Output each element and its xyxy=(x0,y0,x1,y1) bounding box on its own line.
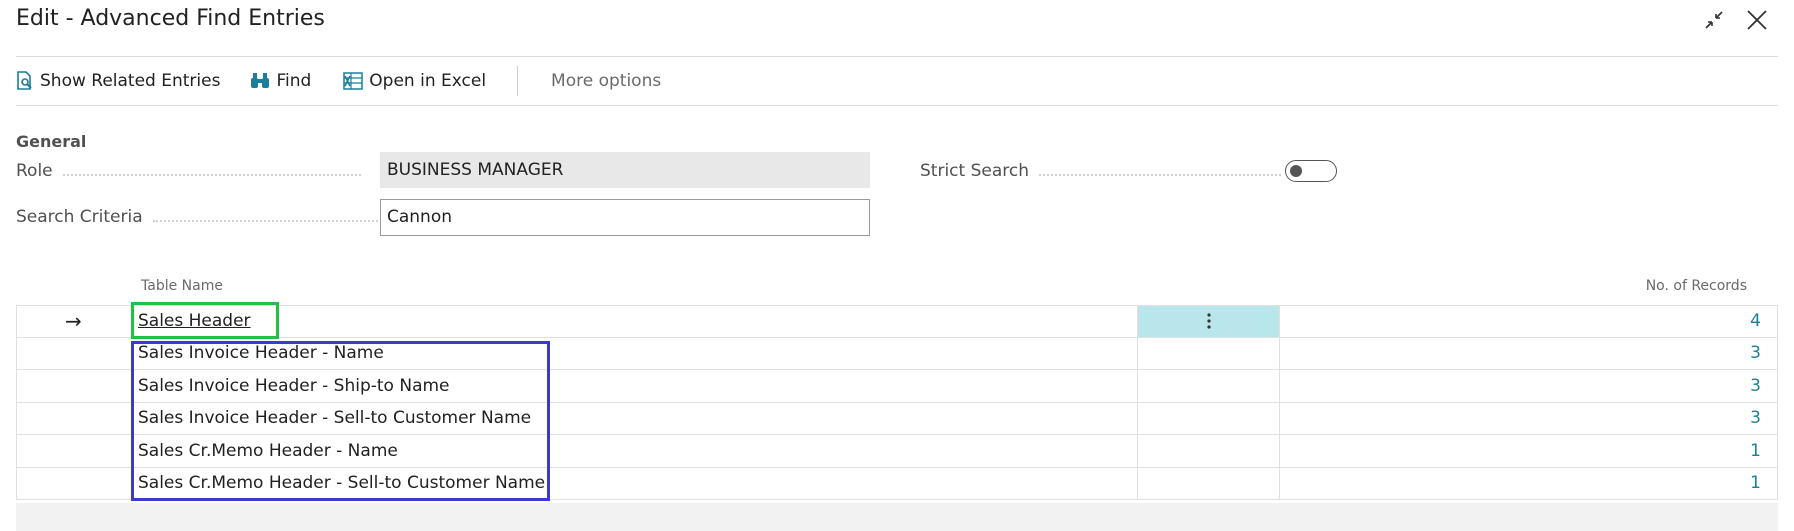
table-row[interactable]: Sales Cr.Memo Header - Name 1 xyxy=(16,435,1778,468)
vertical-ellipsis-icon xyxy=(1206,313,1211,329)
show-related-entries-label: Show Related Entries xyxy=(40,71,221,91)
table-footer-band xyxy=(16,503,1778,531)
collapse-button[interactable] xyxy=(1700,6,1728,34)
table-name-cell: Sales Invoice Header - Name xyxy=(138,343,384,364)
records-count-link[interactable]: 1 xyxy=(1750,468,1761,500)
table-row[interactable]: Sales Invoice Header - Ship-to Name 3 xyxy=(16,370,1778,403)
records-count-link[interactable]: 3 xyxy=(1750,370,1761,402)
entries-table: → Sales Header 4 Sales Invoice Header - … xyxy=(16,305,1778,500)
find-label: Find xyxy=(276,71,312,91)
action-bar: Show Related Entries Find Open in Excel … xyxy=(16,66,661,96)
excel-icon xyxy=(343,72,364,90)
table-name-cell: Sales Cr.Memo Header - Sell-to Customer … xyxy=(138,473,546,494)
row-actions-cell xyxy=(1137,337,1280,369)
role-field: BUSINESS MANAGER xyxy=(380,152,870,188)
search-criteria-input[interactable]: Cannon xyxy=(380,199,870,236)
row-actions-cell xyxy=(1137,467,1280,499)
column-header-no-of-records[interactable]: No. of Records xyxy=(1646,278,1747,294)
more-options-button[interactable]: More options xyxy=(551,71,661,91)
show-related-entries-button[interactable]: Show Related Entries xyxy=(16,71,220,91)
row-actions-cell xyxy=(1137,370,1280,402)
binoculars-icon xyxy=(251,73,270,88)
table-row[interactable]: → Sales Header 4 xyxy=(16,305,1778,338)
action-bar-divider xyxy=(16,105,1778,106)
table-name-cell: Sales Invoice Header - Ship-to Name xyxy=(138,375,450,396)
row-actions-cell xyxy=(1137,402,1280,434)
role-label: Role xyxy=(16,161,361,181)
table-name-link[interactable]: Sales Header xyxy=(138,306,251,337)
strict-leader-dots xyxy=(1039,174,1281,176)
close-button[interactable] xyxy=(1743,6,1771,34)
strict-search-label-text: Strict Search xyxy=(920,161,1029,181)
role-leader-dots xyxy=(62,174,361,176)
toggle-knob xyxy=(1290,165,1302,177)
search-criteria-label: Search Criteria xyxy=(16,207,385,227)
role-label-text: Role xyxy=(16,161,53,181)
table-row[interactable]: Sales Invoice Header - Name 3 xyxy=(16,337,1778,370)
general-section-title: General xyxy=(16,132,87,151)
table-name-cell: Sales Cr.Memo Header - Name xyxy=(138,440,398,461)
header-divider xyxy=(16,56,1778,57)
find-button[interactable]: Find xyxy=(250,71,311,91)
column-header-table-name[interactable]: Table Name xyxy=(141,278,223,294)
document-search-icon xyxy=(17,71,32,90)
open-in-excel-label: Open in Excel xyxy=(369,71,487,91)
row-actions-cell xyxy=(1137,435,1280,467)
row-actions-button[interactable] xyxy=(1137,306,1280,337)
records-count-link[interactable]: 4 xyxy=(1750,306,1761,337)
current-row-arrow-icon: → xyxy=(65,309,82,334)
criteria-leader-dots xyxy=(152,220,385,222)
collapse-arrows-icon xyxy=(1705,11,1723,29)
table-row[interactable]: Sales Cr.Memo Header - Sell-to Customer … xyxy=(16,467,1778,500)
records-count-link[interactable]: 3 xyxy=(1750,338,1761,370)
records-count-link[interactable]: 3 xyxy=(1750,403,1761,435)
strict-search-toggle[interactable] xyxy=(1285,160,1337,182)
records-count-link[interactable]: 1 xyxy=(1750,435,1761,467)
page-title: Edit - Advanced Find Entries xyxy=(16,6,325,31)
table-name-cell: Sales Invoice Header - Sell-to Customer … xyxy=(138,408,532,429)
open-in-excel-button[interactable]: Open in Excel xyxy=(343,71,486,91)
search-criteria-label-text: Search Criteria xyxy=(16,207,143,227)
action-separator xyxy=(517,66,519,96)
table-row[interactable]: Sales Invoice Header - Sell-to Customer … xyxy=(16,402,1778,435)
close-icon xyxy=(1747,10,1767,30)
strict-search-label: Strict Search xyxy=(920,161,1281,181)
